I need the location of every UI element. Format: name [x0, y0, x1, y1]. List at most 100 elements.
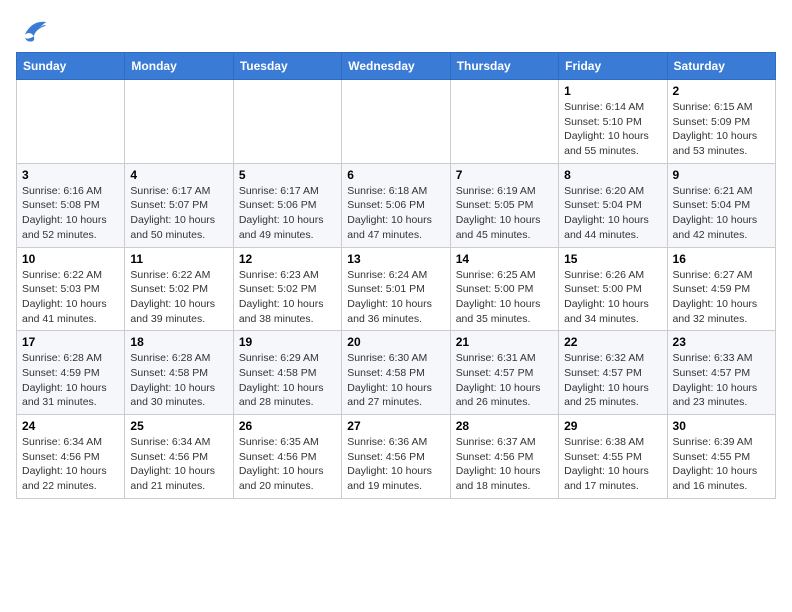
- day-number: 29: [564, 419, 661, 433]
- calendar-cell: 5 Sunrise: 6:17 AMSunset: 5:06 PMDaylight…: [233, 163, 341, 247]
- day-number: 19: [239, 335, 336, 349]
- calendar-cell: 24 Sunrise: 6:34 AMSunset: 4:56 PMDayligh…: [17, 415, 125, 499]
- page-header: [16, 16, 776, 44]
- calendar-cell: 17 Sunrise: 6:28 AMSunset: 4:59 PMDayligh…: [17, 331, 125, 415]
- day-info: Sunrise: 6:30 AMSunset: 4:58 PMDaylight:…: [347, 351, 444, 410]
- day-number: 2: [673, 84, 770, 98]
- day-info: Sunrise: 6:35 AMSunset: 4:56 PMDaylight:…: [239, 435, 336, 494]
- day-number: 7: [456, 168, 553, 182]
- day-info: Sunrise: 6:28 AMSunset: 4:58 PMDaylight:…: [130, 351, 227, 410]
- calendar-cell: 26 Sunrise: 6:35 AMSunset: 4:56 PMDayligh…: [233, 415, 341, 499]
- day-number: 4: [130, 168, 227, 182]
- calendar-cell: 22 Sunrise: 6:32 AMSunset: 4:57 PMDayligh…: [559, 331, 667, 415]
- calendar-week-row: 17 Sunrise: 6:28 AMSunset: 4:59 PMDayligh…: [17, 331, 776, 415]
- day-info: Sunrise: 6:24 AMSunset: 5:01 PMDaylight:…: [347, 268, 444, 327]
- day-info: Sunrise: 6:34 AMSunset: 4:56 PMDaylight:…: [130, 435, 227, 494]
- calendar-cell: 28 Sunrise: 6:37 AMSunset: 4:56 PMDayligh…: [450, 415, 558, 499]
- day-info: Sunrise: 6:14 AMSunset: 5:10 PMDaylight:…: [564, 100, 661, 159]
- calendar-table: SundayMondayTuesdayWednesdayThursdayFrid…: [16, 52, 776, 499]
- day-info: Sunrise: 6:36 AMSunset: 4:56 PMDaylight:…: [347, 435, 444, 494]
- day-info: Sunrise: 6:17 AMSunset: 5:07 PMDaylight:…: [130, 184, 227, 243]
- day-info: Sunrise: 6:21 AMSunset: 5:04 PMDaylight:…: [673, 184, 770, 243]
- calendar-cell: [450, 80, 558, 164]
- calendar-week-row: 24 Sunrise: 6:34 AMSunset: 4:56 PMDayligh…: [17, 415, 776, 499]
- day-number: 14: [456, 252, 553, 266]
- calendar-cell: [233, 80, 341, 164]
- day-number: 26: [239, 419, 336, 433]
- day-number: 22: [564, 335, 661, 349]
- day-info: Sunrise: 6:37 AMSunset: 4:56 PMDaylight:…: [456, 435, 553, 494]
- calendar-cell: 4 Sunrise: 6:17 AMSunset: 5:07 PMDaylight…: [125, 163, 233, 247]
- day-number: 1: [564, 84, 661, 98]
- calendar-cell: 25 Sunrise: 6:34 AMSunset: 4:56 PMDayligh…: [125, 415, 233, 499]
- day-info: Sunrise: 6:16 AMSunset: 5:08 PMDaylight:…: [22, 184, 119, 243]
- calendar-cell: 15 Sunrise: 6:26 AMSunset: 5:00 PMDayligh…: [559, 247, 667, 331]
- calendar-week-row: 1 Sunrise: 6:14 AMSunset: 5:10 PMDaylight…: [17, 80, 776, 164]
- weekday-header: Thursday: [450, 53, 558, 80]
- day-number: 9: [673, 168, 770, 182]
- day-number: 11: [130, 252, 227, 266]
- weekday-header: Sunday: [17, 53, 125, 80]
- calendar-cell: 16 Sunrise: 6:27 AMSunset: 4:59 PMDayligh…: [667, 247, 775, 331]
- weekday-header: Friday: [559, 53, 667, 80]
- calendar-cell: 9 Sunrise: 6:21 AMSunset: 5:04 PMDaylight…: [667, 163, 775, 247]
- day-number: 24: [22, 419, 119, 433]
- day-info: Sunrise: 6:17 AMSunset: 5:06 PMDaylight:…: [239, 184, 336, 243]
- weekday-header: Monday: [125, 53, 233, 80]
- calendar-cell: 29Sunrise: 6:38 AMSunset: 4:55 PMDayligh…: [559, 415, 667, 499]
- calendar-cell: 19 Sunrise: 6:29 AMSunset: 4:58 PMDayligh…: [233, 331, 341, 415]
- calendar-cell: 2 Sunrise: 6:15 AMSunset: 5:09 PMDaylight…: [667, 80, 775, 164]
- day-info: Sunrise: 6:39 AMSunset: 4:55 PMDaylight:…: [673, 435, 770, 494]
- day-number: 21: [456, 335, 553, 349]
- weekday-header: Saturday: [667, 53, 775, 80]
- day-number: 8: [564, 168, 661, 182]
- day-info: Sunrise: 6:29 AMSunset: 4:58 PMDaylight:…: [239, 351, 336, 410]
- day-info: Sunrise: 6:26 AMSunset: 5:00 PMDaylight:…: [564, 268, 661, 327]
- day-info: Sunrise: 6:18 AMSunset: 5:06 PMDaylight:…: [347, 184, 444, 243]
- calendar-cell: 10Sunrise: 6:22 AMSunset: 5:03 PMDayligh…: [17, 247, 125, 331]
- calendar-cell: [17, 80, 125, 164]
- calendar-cell: 1 Sunrise: 6:14 AMSunset: 5:10 PMDaylight…: [559, 80, 667, 164]
- day-number: 25: [130, 419, 227, 433]
- calendar-cell: 20Sunrise: 6:30 AMSunset: 4:58 PMDayligh…: [342, 331, 450, 415]
- calendar-cell: 14 Sunrise: 6:25 AMSunset: 5:00 PMDayligh…: [450, 247, 558, 331]
- calendar-cell: 8 Sunrise: 6:20 AMSunset: 5:04 PMDaylight…: [559, 163, 667, 247]
- day-info: Sunrise: 6:34 AMSunset: 4:56 PMDaylight:…: [22, 435, 119, 494]
- calendar-cell: [342, 80, 450, 164]
- calendar-week-row: 3Sunrise: 6:16 AMSunset: 5:08 PMDaylight…: [17, 163, 776, 247]
- day-number: 12: [239, 252, 336, 266]
- day-info: Sunrise: 6:27 AMSunset: 4:59 PMDaylight:…: [673, 268, 770, 327]
- day-number: 27: [347, 419, 444, 433]
- day-info: Sunrise: 6:22 AMSunset: 5:02 PMDaylight:…: [130, 268, 227, 327]
- calendar-header-row: SundayMondayTuesdayWednesdayThursdayFrid…: [17, 53, 776, 80]
- weekday-header: Wednesday: [342, 53, 450, 80]
- calendar-week-row: 10Sunrise: 6:22 AMSunset: 5:03 PMDayligh…: [17, 247, 776, 331]
- calendar-cell: 12 Sunrise: 6:23 AMSunset: 5:02 PMDayligh…: [233, 247, 341, 331]
- day-info: Sunrise: 6:23 AMSunset: 5:02 PMDaylight:…: [239, 268, 336, 327]
- day-number: 28: [456, 419, 553, 433]
- calendar-cell: 6 Sunrise: 6:18 AMSunset: 5:06 PMDaylight…: [342, 163, 450, 247]
- calendar-cell: [125, 80, 233, 164]
- day-number: 5: [239, 168, 336, 182]
- calendar-cell: 21Sunrise: 6:31 AMSunset: 4:57 PMDayligh…: [450, 331, 558, 415]
- day-number: 15: [564, 252, 661, 266]
- day-number: 16: [673, 252, 770, 266]
- day-number: 6: [347, 168, 444, 182]
- calendar-cell: 30 Sunrise: 6:39 AMSunset: 4:55 PMDayligh…: [667, 415, 775, 499]
- day-number: 13: [347, 252, 444, 266]
- calendar-cell: 27 Sunrise: 6:36 AMSunset: 4:56 PMDayligh…: [342, 415, 450, 499]
- day-info: Sunrise: 6:15 AMSunset: 5:09 PMDaylight:…: [673, 100, 770, 159]
- day-info: Sunrise: 6:25 AMSunset: 5:00 PMDaylight:…: [456, 268, 553, 327]
- calendar-cell: 11 Sunrise: 6:22 AMSunset: 5:02 PMDayligh…: [125, 247, 233, 331]
- calendar-cell: 13 Sunrise: 6:24 AMSunset: 5:01 PMDayligh…: [342, 247, 450, 331]
- logo: [16, 16, 52, 44]
- day-number: 18: [130, 335, 227, 349]
- day-info: Sunrise: 6:32 AMSunset: 4:57 PMDaylight:…: [564, 351, 661, 410]
- calendar-cell: 18 Sunrise: 6:28 AMSunset: 4:58 PMDayligh…: [125, 331, 233, 415]
- day-number: 10: [22, 252, 119, 266]
- day-number: 17: [22, 335, 119, 349]
- day-info: Sunrise: 6:20 AMSunset: 5:04 PMDaylight:…: [564, 184, 661, 243]
- logo-icon: [16, 16, 48, 44]
- day-info: Sunrise: 6:28 AMSunset: 4:59 PMDaylight:…: [22, 351, 119, 410]
- day-number: 30: [673, 419, 770, 433]
